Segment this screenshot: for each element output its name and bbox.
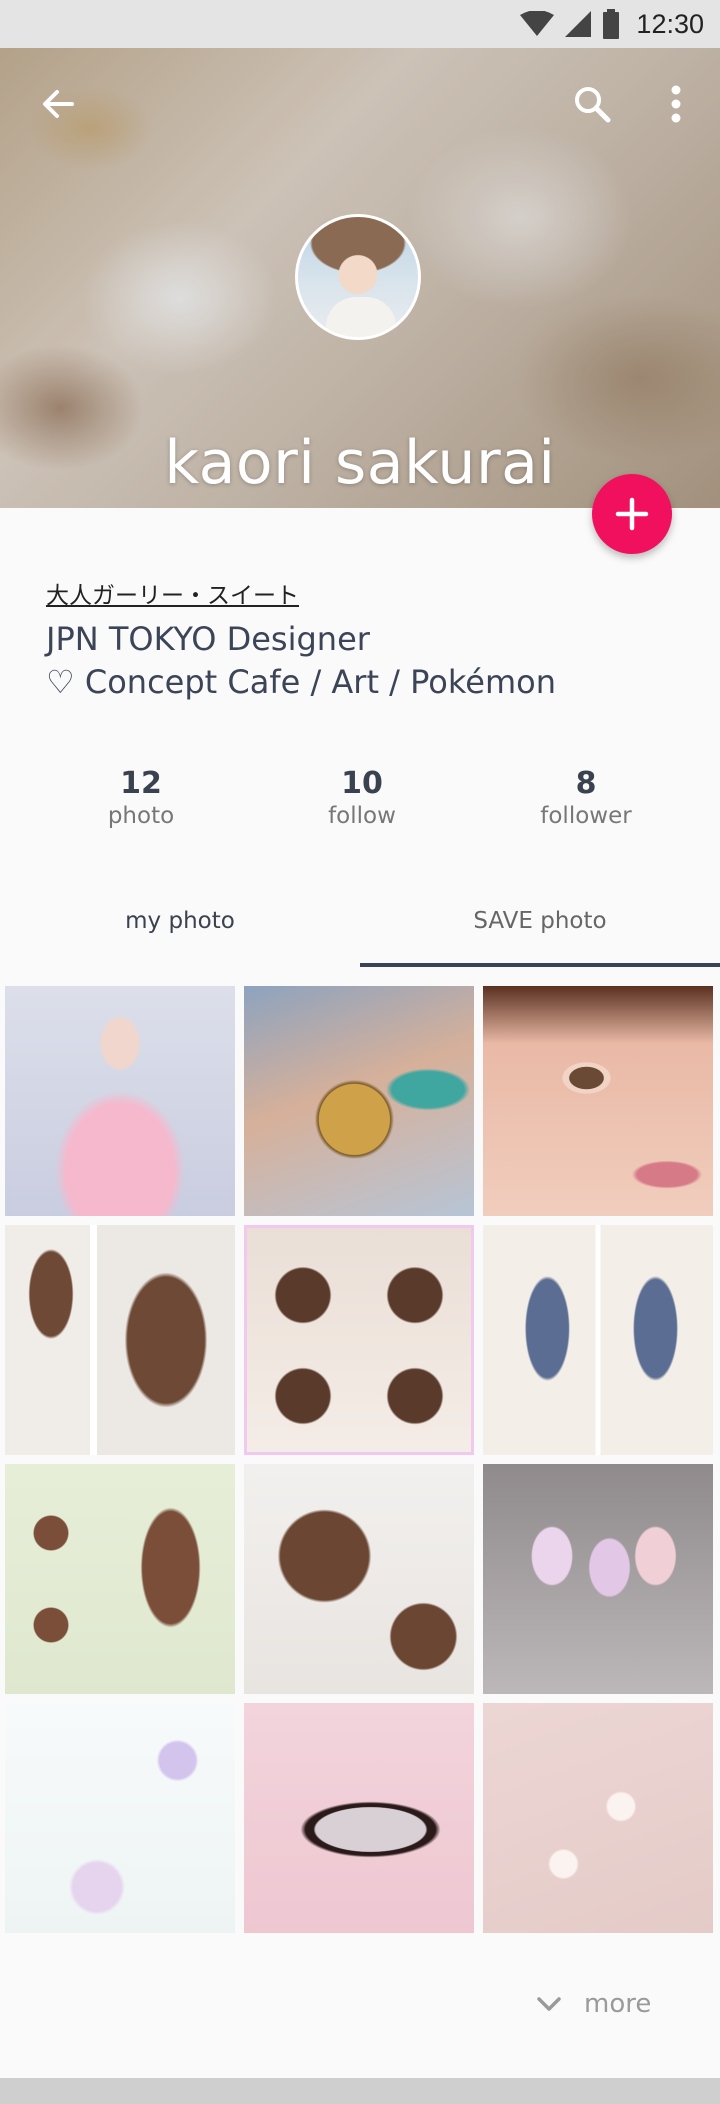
photo-pearl-earrings[interactable] [483,1703,713,1933]
stat-value: 12 [120,766,162,801]
photo-hair-tutorial[interactable] [5,1464,235,1694]
more-label: more [584,1989,652,2019]
photo-lovely-eyelashes[interactable] [244,1703,474,1933]
avatar[interactable] [295,214,421,340]
photo-pink-dress[interactable] [5,986,235,1216]
photo-long-hair[interactable] [5,1225,235,1455]
photo-updo-collage[interactable] [244,1225,474,1455]
chevron-down-icon [537,1997,561,2011]
profile-bio: JPN TOKYO Designer ♡ Concept Cafe / Art … [46,618,556,704]
clock: 12:30 [636,8,704,39]
stat-label: follower [540,803,632,829]
more-vert-icon[interactable] [656,82,696,126]
tab-my-photo[interactable]: my photo [0,880,360,962]
category-link[interactable]: 大人ガーリー・スイート [46,576,299,610]
signal-icon [565,11,592,37]
photo-tabs: my photo SAVE photo [0,880,720,967]
navigation-bar [0,2078,720,2104]
photo-outfit-coordinate[interactable] [483,1225,713,1455]
back-arrow-icon[interactable] [38,84,78,124]
photo-bun-updo[interactable] [244,1464,474,1694]
photo-eye-closeup[interactable] [483,986,713,1216]
stat-follow[interactable]: 10 follow [262,766,462,829]
status-bar: 12:30 [0,0,720,48]
wifi-icon [520,11,555,36]
plus-icon [615,497,649,531]
search-icon[interactable] [572,84,612,124]
photo-bracelets-watch[interactable] [244,986,474,1216]
tab-save-photo[interactable]: SAVE photo [360,880,720,962]
stat-label: follow [328,803,396,829]
photo-dream-nail[interactable] [483,1464,713,1694]
photo-y-jewelry[interactable] [5,1703,235,1933]
stat-value: 10 [341,766,383,801]
more-button[interactable]: more [536,1982,651,2026]
stat-follower[interactable]: 8 follower [486,766,686,829]
bio-line: JPN TOKYO Designer [46,620,370,658]
stat-photo[interactable]: 12 photo [41,766,241,829]
battery-icon [603,9,620,39]
tab-indicator [360,963,720,967]
add-button[interactable] [592,474,672,554]
stat-value: 8 [575,766,597,801]
profile-cover: kaori sakurai [0,48,720,508]
bio-line: ♡ Concept Cafe / Art / Pokémon [46,663,556,701]
stat-label: photo [107,803,175,829]
